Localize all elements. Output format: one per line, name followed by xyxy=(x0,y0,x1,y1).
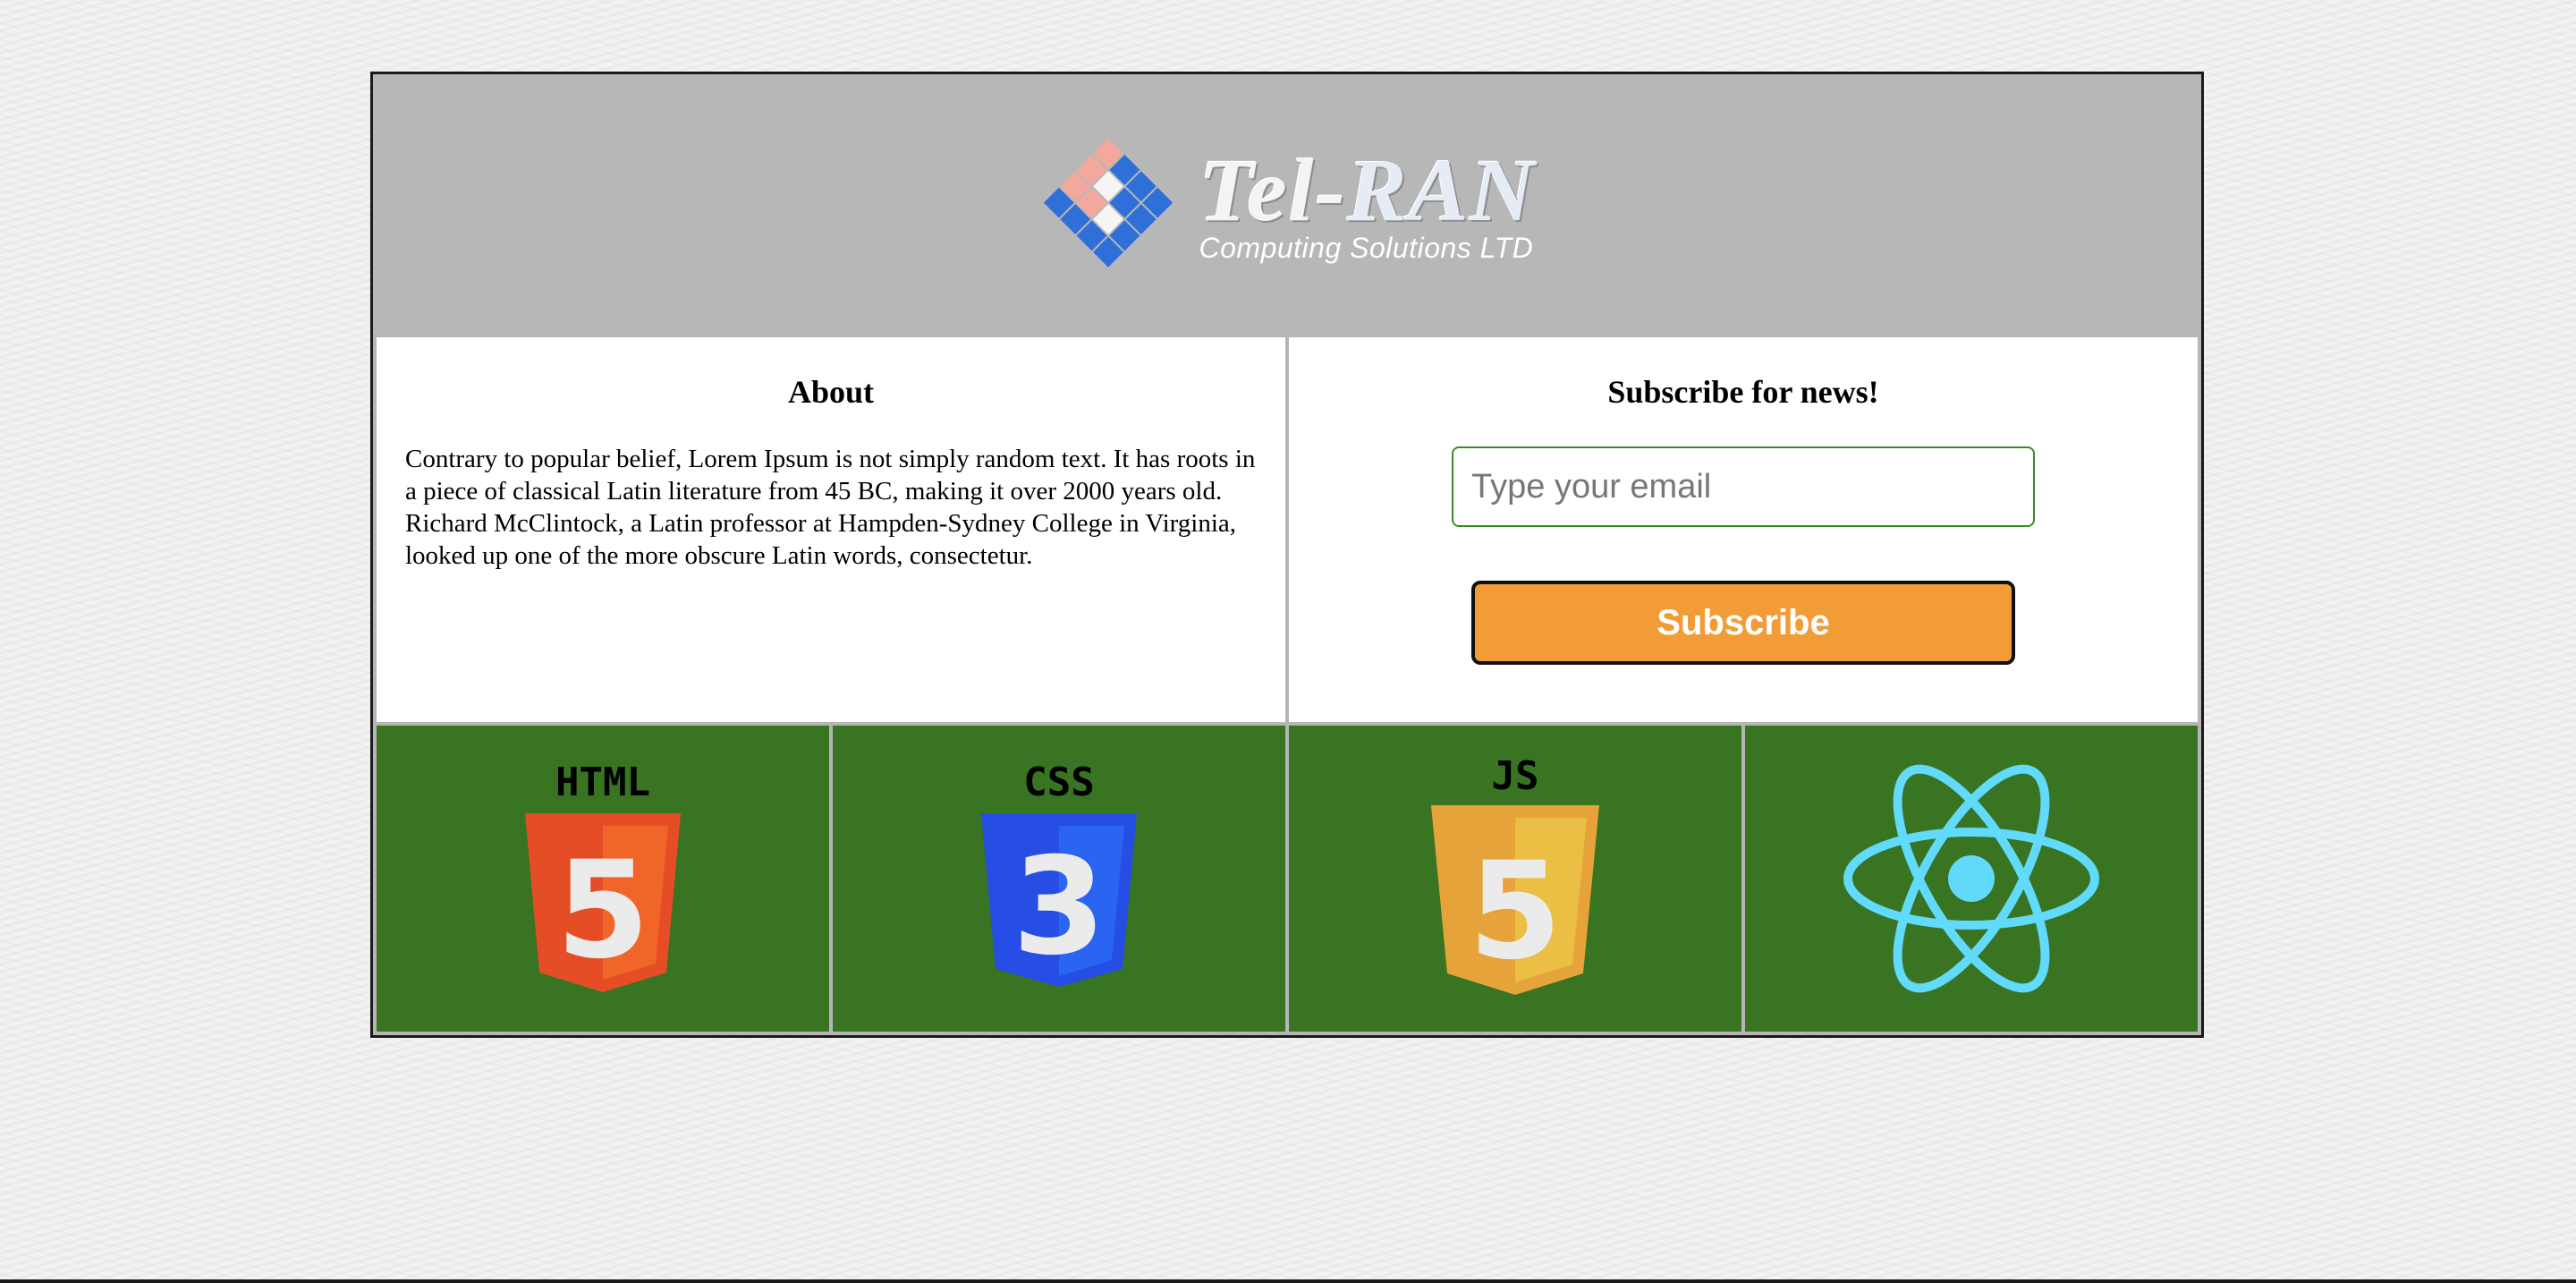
css3-icon: CSS 3 xyxy=(981,760,1137,987)
about-title: About xyxy=(787,374,875,410)
html5-label: HTML xyxy=(555,760,650,805)
js-icon: JS 5 xyxy=(1431,753,1599,995)
tel-ran-logo[interactable]: Tel-RAN Computing Solutions LTD xyxy=(1038,134,1537,274)
logo-name: Tel-RAN xyxy=(1199,146,1537,235)
page-container: Tel-RAN Computing Solutions LTD About Co… xyxy=(370,72,2204,1038)
css3-label: CSS xyxy=(1023,760,1094,805)
js-number: 5 xyxy=(1469,834,1562,990)
html5-number: 5 xyxy=(556,833,649,989)
tech-tile-css[interactable]: CSS 3 xyxy=(833,726,1285,1032)
html5-icon: HTML 5 xyxy=(525,760,681,992)
logo-text: Tel-RAN Computing Solutions LTD xyxy=(1199,146,1537,264)
header-banner: Tel-RAN Computing Solutions LTD xyxy=(373,74,2201,334)
logo-name-part1: Tel- xyxy=(1199,140,1347,240)
subscribe-button[interactable]: Subscribe xyxy=(1471,581,2015,665)
subscribe-section: Subscribe for news! Subscribe xyxy=(1289,337,2198,722)
tech-tile-js[interactable]: JS 5 xyxy=(1289,726,1741,1032)
about-section: About Contrary to popular belief, Lorem … xyxy=(377,337,1285,722)
tech-tile-react[interactable] xyxy=(1745,726,2198,1032)
bottom-border xyxy=(0,1279,2576,1283)
css3-number: 3 xyxy=(1013,829,1106,985)
about-text: Contrary to popular belief, Lorem Ipsum … xyxy=(405,445,1256,570)
subscribe-title: Subscribe for news! xyxy=(1607,374,1879,410)
email-input[interactable] xyxy=(1452,446,2035,527)
tech-tile-html[interactable]: HTML 5 xyxy=(377,726,829,1032)
react-icon xyxy=(1843,764,2099,993)
diamond-logo-icon xyxy=(1043,138,1173,268)
js-label: JS xyxy=(1492,753,1539,799)
logo-name-part2: RAN xyxy=(1346,140,1537,240)
logo-subtitle: Computing Solutions LTD xyxy=(1199,232,1534,264)
